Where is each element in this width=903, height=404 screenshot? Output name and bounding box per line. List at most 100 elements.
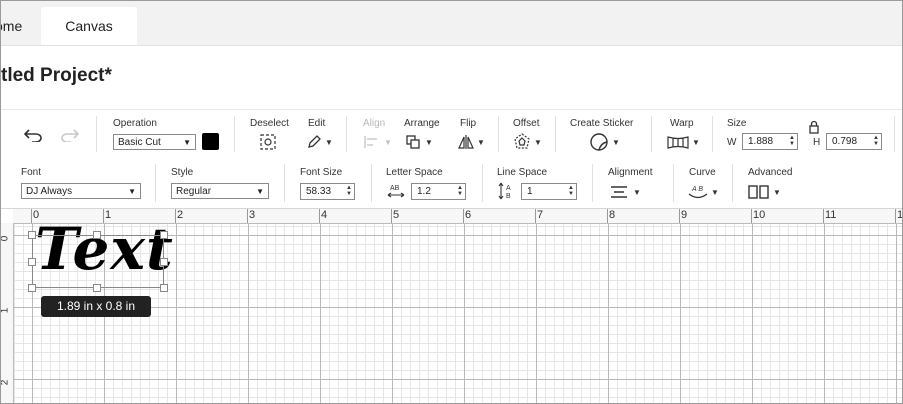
- offset-icon[interactable]: [513, 133, 531, 151]
- font-size-label: Font Size: [300, 167, 343, 178]
- ruler-tick: [823, 209, 824, 223]
- project-title: tled Project*: [1, 65, 112, 86]
- ruler-tick: [391, 209, 392, 223]
- stepper-icon[interactable]: ▲ ▼: [346, 185, 352, 197]
- advanced-label: Advanced: [748, 167, 793, 178]
- ruler-top-label: 11: [825, 209, 837, 221]
- line-space-label: Line Space: [497, 167, 548, 178]
- arrange-icon[interactable]: [405, 134, 421, 150]
- resize-handle-tm[interactable]: [93, 231, 101, 239]
- stepper-icon[interactable]: ▲ ▼: [789, 135, 795, 147]
- ruler-left: 0 1 2: [1, 223, 14, 403]
- app-window: ome Canvas tled Project* Operation Basic…: [0, 0, 903, 404]
- deselect-icon[interactable]: [259, 133, 277, 151]
- line-space-value: 1: [527, 186, 533, 197]
- operation-select[interactable]: Basic Cut ▼: [113, 134, 196, 150]
- ruler-tick: [607, 209, 608, 223]
- line-space-icon: AB: [498, 182, 511, 200]
- svg-text:A B: A B: [691, 186, 703, 193]
- chevron-down-icon: ▼: [773, 188, 781, 197]
- chevron-down-icon: ▼: [477, 138, 485, 147]
- chevron-down-icon: ▼: [612, 138, 620, 147]
- letter-space-label: Letter Space: [386, 167, 443, 178]
- resize-handle-bm[interactable]: [93, 284, 101, 292]
- resize-handle-bl[interactable]: [28, 284, 36, 292]
- ruler-top-label: 10: [753, 209, 766, 221]
- font-size-value: 58.33: [306, 186, 332, 197]
- font-label: Font: [21, 167, 42, 178]
- text-toolbar: Font DJ Always ▼ Style Regular ▼ Font Size…: [1, 158, 902, 209]
- advanced-icon[interactable]: [748, 185, 770, 199]
- svg-text:B: B: [506, 193, 511, 200]
- resize-handle-tl[interactable]: [28, 231, 36, 239]
- chevron-down-icon: ▼: [425, 138, 433, 147]
- resize-handle-br[interactable]: [160, 284, 168, 292]
- selection-box[interactable]: [32, 235, 164, 288]
- deselect-label: Deselect: [250, 118, 289, 129]
- stepper-icon[interactable]: ▲ ▼: [457, 185, 463, 197]
- ruler-tick: [679, 209, 680, 223]
- width-input[interactable]: 1.888 ▲ ▼: [742, 133, 798, 150]
- font-size-input[interactable]: 58.33 ▲ ▼: [300, 183, 355, 200]
- letter-space-icon: AB: [387, 185, 405, 198]
- chevron-down-icon: ▼: [183, 138, 191, 147]
- ruler-top-label: 7: [537, 209, 544, 221]
- ruler-top-label: 5: [393, 209, 400, 221]
- height-label: H: [813, 137, 821, 148]
- resize-handle-mr[interactable]: [160, 258, 168, 266]
- size-label: Size: [727, 118, 747, 129]
- stepper-icon[interactable]: ▲ ▼: [873, 135, 879, 147]
- ruler-top-label: 3: [249, 209, 256, 221]
- font-value: DJ Always: [26, 186, 73, 197]
- tab-home[interactable]: ome: [1, 7, 39, 45]
- align-label: Align: [363, 118, 386, 129]
- undo-icon[interactable]: [23, 128, 43, 142]
- chevron-down-icon: ▼: [384, 138, 392, 147]
- sticker-icon[interactable]: [589, 132, 609, 152]
- ruler-tick: [319, 209, 320, 223]
- warp-label: Warp: [670, 118, 694, 129]
- edit-label: Edit: [308, 118, 326, 129]
- line-space-input[interactable]: 1 ▲ ▼: [521, 183, 577, 200]
- flip-icon[interactable]: [457, 134, 475, 150]
- chevron-down-icon: ▼: [325, 138, 333, 147]
- ruler-tick: [247, 209, 248, 223]
- flip-label: Flip: [460, 118, 477, 129]
- chevron-down-icon: ▼: [633, 188, 641, 197]
- style-select[interactable]: Regular ▼: [171, 183, 269, 199]
- stepper-icon[interactable]: ▲ ▼: [568, 185, 574, 197]
- style-value: Regular: [176, 186, 212, 197]
- resize-handle-tr[interactable]: [160, 231, 168, 239]
- dimension-tooltip: 1.89 in x 0.8 in: [41, 296, 151, 317]
- ruler-tick: [31, 209, 32, 223]
- warp-icon[interactable]: [667, 136, 689, 149]
- redo-icon[interactable]: [60, 128, 80, 142]
- ruler-top-label: 6: [465, 209, 472, 221]
- pencil-icon[interactable]: [306, 134, 322, 150]
- ruler-left-label: 1: [0, 307, 11, 314]
- curve-label: Curve: [689, 167, 716, 178]
- ruler-tick: [535, 209, 536, 223]
- offset-label: Offset: [513, 118, 540, 129]
- style-label: Style: [171, 167, 194, 178]
- operation-color-swatch[interactable]: [202, 133, 219, 150]
- ruler-left-label: 0: [0, 235, 11, 242]
- operation-value: Basic Cut: [118, 137, 161, 148]
- create-sticker-label: Create Sticker: [570, 118, 634, 129]
- chevron-down-icon: ▼: [128, 187, 136, 196]
- letter-space-input[interactable]: 1.2 ▲ ▼: [411, 183, 466, 200]
- text-align-icon[interactable]: [610, 185, 628, 199]
- tab-canvas[interactable]: Canvas: [41, 7, 137, 45]
- svg-text:AB: AB: [390, 185, 400, 192]
- ruler-tick: [751, 209, 752, 223]
- curve-icon[interactable]: A B: [687, 183, 709, 200]
- ruler-top-label: 2: [177, 209, 184, 221]
- ruler-tick: [463, 209, 464, 223]
- resize-handle-ml[interactable]: [28, 258, 36, 266]
- ruler-top-label: 8: [609, 209, 616, 221]
- lock-icon[interactable]: [807, 120, 821, 134]
- height-input[interactable]: 0.798 ▲ ▼: [826, 133, 882, 150]
- font-select[interactable]: DJ Always ▼: [21, 183, 141, 199]
- operation-label: Operation: [113, 118, 157, 129]
- ruler-tick: [895, 209, 896, 223]
